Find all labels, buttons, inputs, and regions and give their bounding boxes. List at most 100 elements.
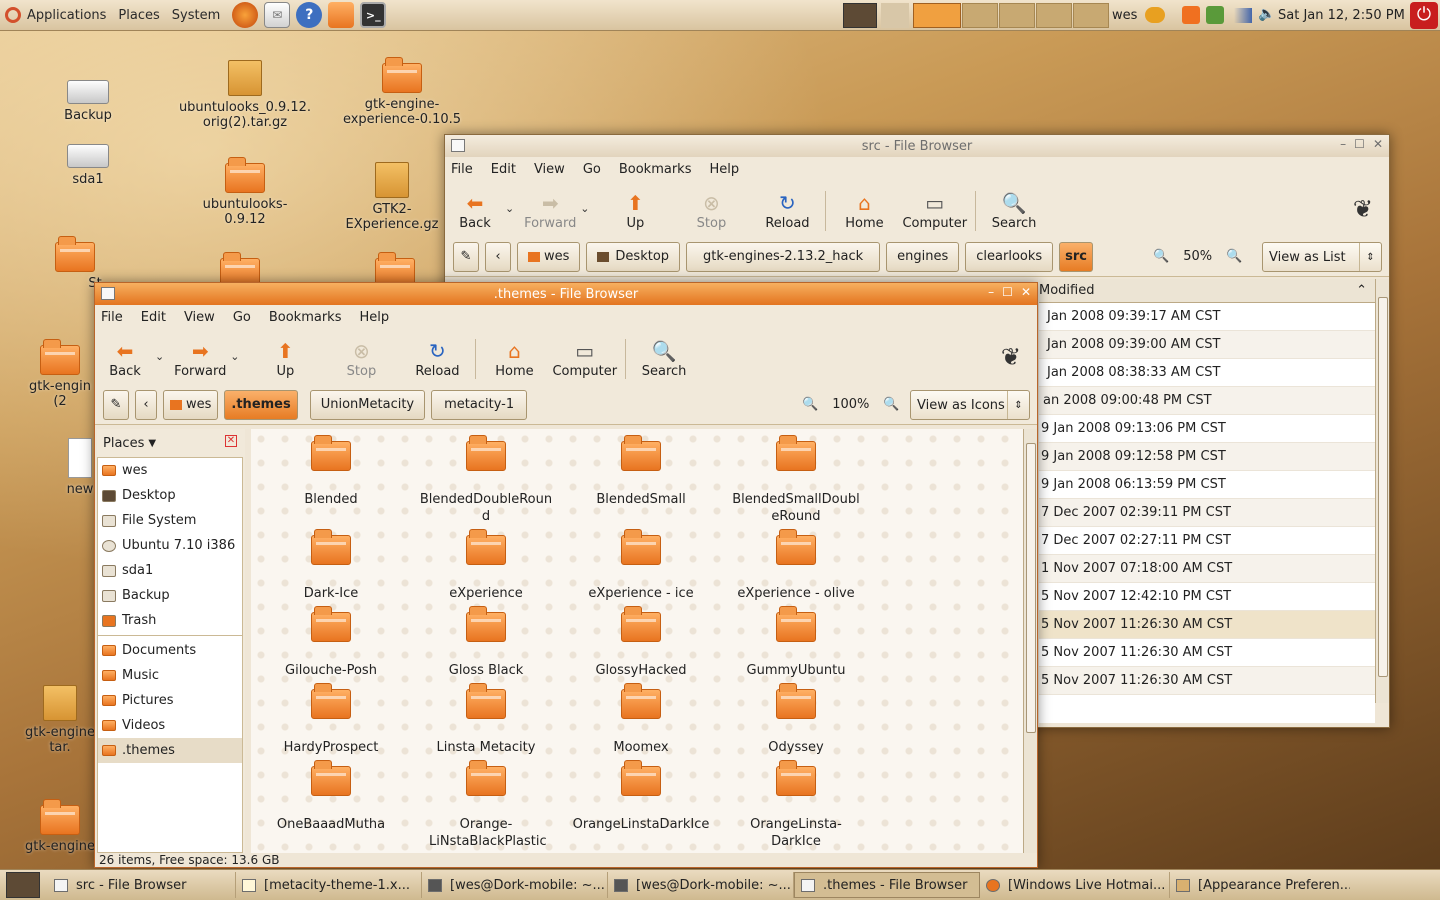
desktop-icon-sda1[interactable]: sda1 [33, 144, 143, 187]
task-src-file-browser[interactable]: src - File Browser [48, 872, 236, 898]
sidebar-item-backup[interactable]: Backup [98, 583, 242, 608]
sidebar-item-music[interactable]: Music [98, 663, 242, 688]
crumb-clearlooks[interactable]: clearlooks [965, 241, 1054, 272]
folder-item[interactable]: eXperience - olive [721, 529, 871, 602]
username-label[interactable]: wes [1112, 8, 1137, 23]
folder-item[interactable]: BlendedSmallDoubleRound [721, 435, 871, 525]
trash-applet-icon[interactable] [881, 3, 909, 28]
menu-applications[interactable]: Applications [21, 8, 112, 23]
folder-item[interactable]: Moomex [566, 683, 716, 756]
computer-button[interactable]: ▭ Computer [902, 192, 967, 231]
list-row[interactable]: Jan 2008 09:39:00 AM CST [1039, 331, 1375, 359]
home-button[interactable]: ⌂ Home [484, 340, 544, 379]
close-button[interactable]: ✕ [1373, 137, 1383, 151]
computer-button[interactable]: ▭ Computer [552, 340, 617, 379]
folder-item[interactable]: GlossyHacked [566, 606, 716, 679]
list-row[interactable]: 1 Nov 2007 07:18:00 AM CST [1039, 555, 1375, 583]
back-button[interactable]: ⬅ Back [445, 192, 505, 231]
sidebar-item-documents[interactable]: Documents [98, 638, 242, 663]
list-row[interactable]: 5 Nov 2007 11:26:30 AM CST [1039, 639, 1375, 667]
search-button[interactable]: 🔍 Search [634, 340, 694, 379]
crumb-scroll-left[interactable]: ‹ [135, 389, 157, 420]
workspace-1[interactable] [913, 3, 961, 28]
home-folder-launcher-icon[interactable] [328, 2, 355, 28]
menu-go[interactable]: Go [233, 310, 251, 325]
folder-item[interactable]: eXperience - ice [566, 529, 716, 602]
terminal-launcher-icon[interactable]: >_ [360, 2, 387, 28]
stop-button[interactable]: ⊗ Stop [681, 192, 741, 231]
sidebar-item-desktop[interactable]: Desktop [98, 483, 242, 508]
show-desktop-icon[interactable] [6, 872, 40, 898]
home-button[interactable]: ⌂ Home [834, 192, 894, 231]
wireless-signal-icon[interactable] [1234, 8, 1252, 23]
maximize-button[interactable]: ☐ [1354, 137, 1365, 151]
task-terminal-1[interactable]: [wes@Dork-mobile: ~... [422, 872, 608, 898]
menu-system[interactable]: System [166, 8, 226, 23]
folder-item[interactable]: Blended [256, 435, 406, 508]
crumb-desktop[interactable]: Desktop [586, 241, 681, 272]
forward-history-dropdown[interactable]: ⌄ [230, 350, 239, 363]
menu-file[interactable]: File [101, 310, 123, 325]
sidebar-item-pictures[interactable]: Pictures [98, 688, 242, 713]
folder-item[interactable]: Dark-Ice [256, 529, 406, 602]
folder-item[interactable]: OneBaaadMutha [256, 760, 406, 833]
task-appearance-preferences[interactable]: [Appearance Preferen... [1170, 872, 1350, 898]
firefox-launcher-icon[interactable] [232, 2, 259, 28]
list-row[interactable]: 5 Nov 2007 11:26:30 AM CST [1039, 611, 1375, 639]
zoom-level[interactable]: 50% [1183, 249, 1212, 264]
crumb-metacity-1[interactable]: metacity-1 [431, 389, 528, 420]
power-icon[interactable]: ⏻ [1410, 2, 1438, 29]
sidebar-item-themes[interactable]: .themes [98, 738, 242, 763]
sidebar-title[interactable]: Places ▼ ✕ [97, 429, 245, 457]
task-terminal-2[interactable]: [wes@Dork-mobile: ~... [608, 872, 794, 898]
zoom-level[interactable]: 100% [832, 397, 869, 412]
menu-bookmarks[interactable]: Bookmarks [269, 310, 342, 325]
folder-item[interactable]: eXperience [411, 529, 561, 602]
folder-item[interactable]: Orange-LiNstaBlackPlastic [411, 760, 561, 850]
crumb-gtk-engines[interactable]: gtk-engines-2.13.2_hack [686, 241, 881, 272]
close-sidebar-icon[interactable]: ✕ [225, 435, 237, 447]
close-button[interactable]: ✕ [1021, 285, 1031, 299]
desktop-icon-gtk2-experience[interactable]: GTK2-EXperience.gz [332, 162, 452, 232]
menu-go[interactable]: Go [583, 162, 601, 177]
up-button[interactable]: ⬆ Up [255, 340, 315, 379]
list-row[interactable]: 5 Nov 2007 12:42:10 PM CST [1039, 583, 1375, 611]
menu-view[interactable]: View [184, 310, 215, 325]
clock[interactable]: Sat Jan 12, 2:50 PM [1278, 8, 1405, 23]
list-row[interactable]: Jan 2008 08:38:33 AM CST [1039, 359, 1375, 387]
minimize-button[interactable]: – [988, 285, 994, 299]
sidebar-item-wes[interactable]: wes [98, 458, 242, 483]
maximize-button[interactable]: ☐ [1002, 285, 1013, 299]
minimize-button[interactable]: – [1340, 137, 1346, 151]
titlebar[interactable]: .themes - File Browser – ☐ ✕ [95, 283, 1037, 305]
sidebar-item-file-system[interactable]: File System [98, 508, 242, 533]
desktop-icon-gtk-engine-tar[interactable]: gtk-engine tar. [25, 685, 95, 755]
ubuntu-logo-icon[interactable] [5, 7, 21, 23]
zoom-out-icon[interactable]: 🔍 [802, 397, 818, 412]
sidebar-item-sda1[interactable]: sda1 [98, 558, 242, 583]
desktop-icon-gtk-engine-experience[interactable]: gtk-engine-experience-0.10.5 [342, 57, 462, 127]
zoom-out-icon[interactable]: 🔍 [1153, 249, 1169, 264]
folder-item[interactable]: OrangeLinsta-DarkIce [721, 760, 871, 850]
menu-view[interactable]: View [534, 162, 565, 177]
workspace-5[interactable] [1073, 3, 1109, 28]
list-row[interactable]: 9 Jan 2008 06:13:59 PM CST [1039, 471, 1375, 499]
reload-button[interactable]: ↻ Reload [757, 192, 817, 231]
folder-item[interactable]: OrangeLinstaDarkIce [566, 760, 716, 833]
search-button[interactable]: 🔍 Search [984, 192, 1044, 231]
list-row[interactable]: 5 Nov 2007 11:26:30 AM CST [1039, 667, 1375, 695]
sidebar-item-trash[interactable]: Trash [98, 608, 242, 633]
back-history-dropdown[interactable]: ⌄ [155, 350, 164, 363]
crumb-wes[interactable]: wes [517, 241, 581, 272]
titlebar[interactable]: src - File Browser – ☐ ✕ [445, 135, 1389, 157]
vertical-scrollbar[interactable] [1375, 279, 1389, 703]
stop-button[interactable]: ⊗ Stop [331, 340, 391, 379]
desktop-icon-ubuntulooks-folder[interactable]: ubuntulooks-0.9.12 [185, 157, 305, 227]
vertical-scrollbar[interactable] [1023, 429, 1037, 853]
workspace-4[interactable] [1036, 3, 1072, 28]
task-themes-file-browser[interactable]: .themes - File Browser [794, 872, 980, 898]
menu-file[interactable]: File [451, 162, 473, 177]
workspace-3[interactable] [999, 3, 1035, 28]
icon-view[interactable]: Blended BlendedDoubleRound BlendedSmall … [251, 429, 1023, 853]
toggle-location-entry-button[interactable]: ✎ [103, 389, 129, 420]
